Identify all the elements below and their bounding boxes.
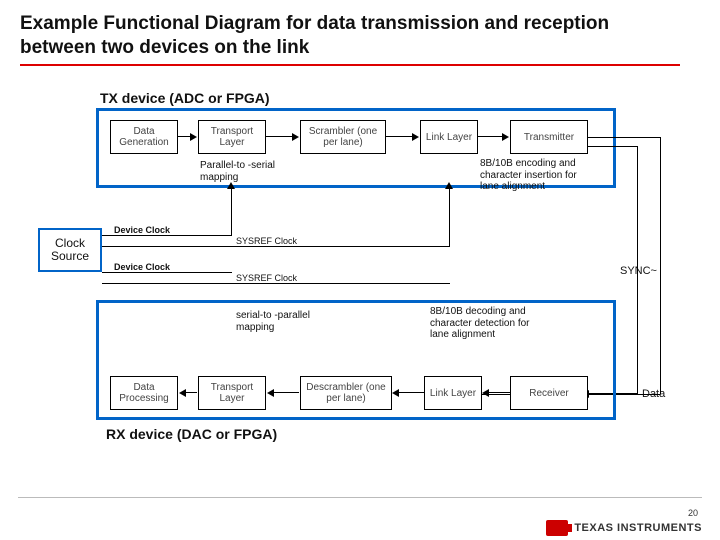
ti-chip-icon (546, 520, 568, 536)
block-clock-source: Clock Source (38, 228, 102, 272)
rx-arrowhead-1 (179, 389, 186, 397)
note-parallel-serial: Parallel-to -serial mapping (200, 160, 280, 183)
block-transmitter: Transmitter (510, 120, 588, 154)
tx-arrowhead-2 (292, 133, 299, 141)
block-receiver: Receiver (510, 376, 588, 410)
data-line-v (637, 146, 638, 394)
clk-line-tx2v (449, 188, 450, 246)
label-sync: SYNC~ (620, 265, 657, 278)
clk-line-rx1 (102, 272, 232, 273)
block-data-processing: Data Processing (110, 376, 178, 410)
clk-line-tx1v (231, 188, 232, 235)
note-serial-parallel: serial-to -parallel mapping (236, 310, 316, 333)
tx-arrow-4 (478, 136, 504, 137)
page-number: 20 (688, 508, 698, 518)
label-device-clock-rx: Device Clock (114, 262, 170, 272)
data-line-h1 (588, 146, 638, 147)
clk-line-tx1 (102, 235, 232, 236)
tx-arrow-2 (266, 136, 294, 137)
block-data-generation: Data Generation (110, 120, 178, 154)
rx-arrow-2 (273, 392, 299, 393)
ti-brand-text: TEXAS INSTRUMENTS (574, 522, 702, 534)
block-descrambler: Descrambler (one per lane) (300, 376, 392, 410)
footer-divider (18, 497, 702, 498)
tx-arrowhead-3 (412, 133, 419, 141)
rx-arrowhead-4 (482, 389, 489, 397)
label-device-clock-tx: Device Clock (114, 225, 170, 235)
tx-arrowhead-1 (190, 133, 197, 141)
sync-line-h2 (588, 137, 660, 138)
rx-arrow-1 (185, 392, 197, 393)
clk-line-tx2 (102, 246, 450, 247)
clk-arrow-tx1 (227, 182, 235, 189)
label-sysref-tx: SYSREF Clock (236, 236, 297, 246)
rx-arrow-3 (398, 392, 424, 393)
rx-device-label: RX device (DAC or FPGA) (106, 426, 277, 442)
rx-arrowhead-3 (392, 389, 399, 397)
label-sysref-rx: SYSREF Clock (236, 273, 297, 283)
block-scrambler: Scrambler (one per lane) (300, 120, 386, 154)
block-link-layer-rx: Link Layer (424, 376, 482, 410)
clk-line-rx2 (102, 283, 450, 284)
note-8b10b-encoding: 8B/10B encoding and character insertion … (480, 158, 590, 193)
block-link-layer-tx: Link Layer (420, 120, 478, 154)
tx-arrowhead-4 (502, 133, 509, 141)
note-8b10b-decoding: 8B/10B decoding and character detection … (430, 306, 550, 341)
clk-arrow-tx2 (445, 182, 453, 189)
sync-line-v (660, 137, 661, 394)
rx-arrow-4 (488, 392, 510, 393)
tx-device-label: TX device (ADC or FPGA) (100, 90, 270, 106)
rx-arrowhead-2 (267, 389, 274, 397)
block-transport-layer-tx: Transport Layer (198, 120, 266, 154)
block-transport-layer-rx: Transport Layer (198, 376, 266, 410)
ti-logo: TEXAS INSTRUMENTS (546, 520, 702, 536)
slide-title: Example Functional Diagram for data tran… (20, 12, 680, 66)
tx-arrow-3 (386, 136, 414, 137)
